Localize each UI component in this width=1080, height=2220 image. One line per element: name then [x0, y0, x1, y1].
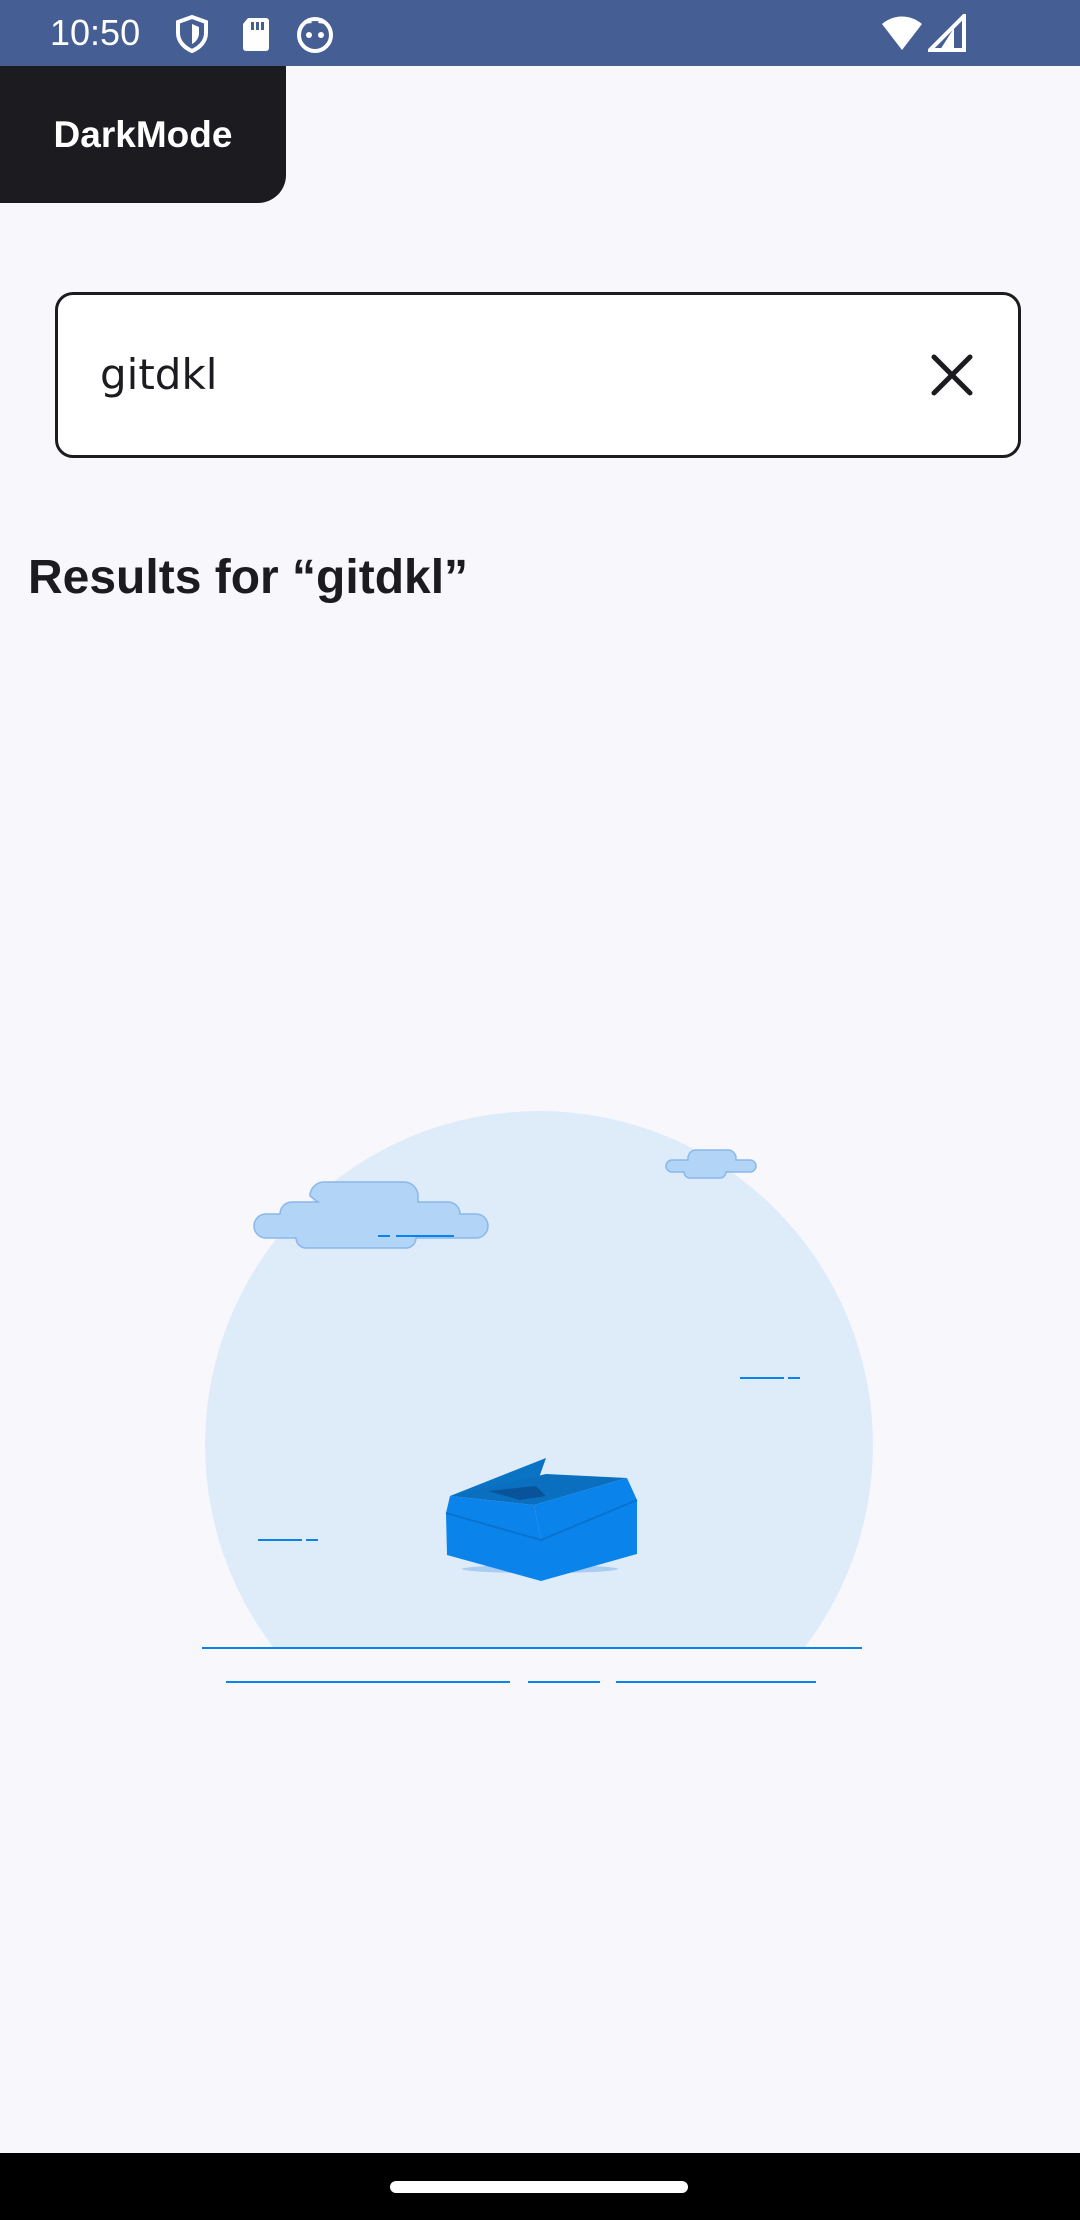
home-indicator[interactable]	[390, 2181, 688, 2193]
dark-mode-toggle[interactable]: DarkMode	[0, 66, 286, 203]
dark-mode-label: DarkMode	[53, 113, 233, 155]
cat-face-icon	[295, 14, 335, 54]
clear-search-button[interactable]	[922, 345, 982, 405]
shield-icon	[172, 14, 212, 54]
cell-signal-icon	[925, 11, 968, 54]
status-time: 10:50	[50, 12, 141, 53]
results-title: Results for “gitdkl”	[28, 551, 469, 604]
search-input[interactable]: gitdkl	[55, 292, 1021, 458]
navigation-bar	[0, 2153, 1080, 2220]
wifi-icon	[880, 14, 922, 54]
search-input-value[interactable]: gitdkl	[100, 347, 217, 403]
close-icon	[931, 354, 973, 396]
status-bar: 10:50	[0, 0, 1080, 66]
empty-box-illustration	[190, 1100, 890, 1700]
background-circle	[205, 1111, 873, 1648]
sd-card-icon	[236, 14, 276, 54]
